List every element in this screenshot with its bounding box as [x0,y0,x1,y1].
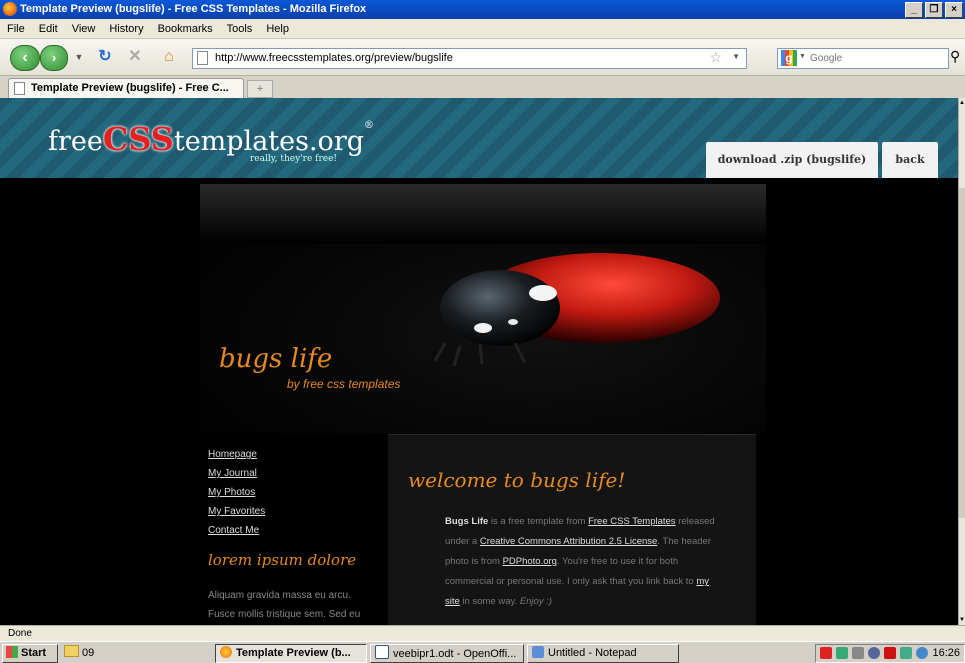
url-dropdown-icon[interactable]: ▼ [732,52,740,61]
taskbar-item-notepad[interactable]: Untitled - Notepad [527,644,679,663]
ladybug-image [433,253,720,367]
windows-logo-icon [6,646,18,658]
taskbar-item-label: Template Preview (b... [236,647,351,659]
url-bar[interactable]: ☆ ▼ [192,48,747,69]
folder-label: 09 [82,647,95,659]
welcome-heading: welcome to bugs life! [408,468,626,492]
stop-icon[interactable]: ✕ [126,48,144,66]
welcome-paragraph: Bugs Life is a free template from Free C… [445,512,725,612]
taskbar-item-firefox[interactable]: Template Preview (b... [215,644,367,663]
search-icon[interactable]: ⚲ [950,48,960,65]
enjoy-text: Enjoy :) [519,596,553,607]
site-title: bugs life [219,344,333,374]
update-icon[interactable] [900,647,912,659]
menu-bookmarks[interactable]: Bookmarks [151,23,220,35]
logo-registered-mark: ® [364,120,375,131]
taskbar-item-openoffice[interactable]: veebipr1.odt - OpenOffi... [370,644,524,663]
logo-templates-text: templates.org [173,126,365,157]
menu-history[interactable]: History [102,23,150,35]
download-zip-button[interactable]: download .zip (bugslife) [706,142,878,178]
text-span: in some way. [459,596,520,607]
logo-free-text: free [48,126,103,157]
scrollbar-thumb[interactable] [959,188,965,518]
start-label: Start [21,647,47,659]
firefox-icon [220,646,232,658]
clock[interactable]: 16:26 [932,647,960,659]
windows-taskbar: Start 09 Template Preview (b... veebipr1… [0,641,965,663]
menu-file[interactable]: File [0,23,32,35]
back-button[interactable]: ‹ [10,45,40,71]
status-text: Done [8,628,32,639]
menu-view[interactable]: View [65,23,103,35]
site-subtitle: by free css templates [287,377,401,391]
close-button[interactable]: × [945,2,963,18]
taskbar-item-label: Untitled - Notepad [548,647,637,659]
menu-bar: File Edit View History Bookmarks Tools H… [0,19,965,39]
google-icon[interactable]: g [781,50,797,66]
messenger-icon[interactable] [916,647,928,659]
site-nav: Homepage My Journal My Photos My Favorit… [208,445,265,540]
url-input[interactable] [215,50,735,66]
new-tab-button[interactable]: + [247,80,273,98]
search-engine-dropdown-icon[interactable]: ▼ [799,53,806,60]
header-photo-gradient [200,184,766,244]
nav-my-photos[interactable]: My Photos [208,483,265,502]
nav-homepage[interactable]: Homepage [208,445,265,464]
site-logo[interactable]: freeCSStemplates.org® [48,120,374,158]
navigation-toolbar: ‹ › ▼ ↻ ✕ ⌂ ☆ ▼ g ▼ ⚲ [0,39,965,76]
restore-button[interactable]: ❐ [925,2,943,18]
site-tagline: really, they're free! [250,154,338,164]
back-link[interactable]: back [882,142,938,178]
tab-template-preview[interactable]: Template Preview (bugslife) - Free C... [8,78,244,99]
sidebar-text: Aliquam gravida massa eu arcu. Fusce mol… [208,590,361,620]
page-icon [14,82,25,95]
link-creative-commons[interactable]: Creative Commons Attribution 2.5 License [480,536,657,547]
tab-label: Template Preview (bugslife) - Free C... [31,82,229,94]
firefox-icon [3,2,17,16]
antivirus-icon[interactable] [884,647,896,659]
text-span: is a free template from [488,516,589,527]
start-button[interactable]: Start [2,644,58,663]
folder-icon [64,645,79,657]
document-icon [375,645,389,659]
system-tray: 16:26 [815,644,965,663]
window-title: Template Preview (bugslife) - Free CSS T… [20,3,367,15]
search-input[interactable] [810,51,930,65]
forward-button[interactable]: › [40,45,68,71]
minimize-button[interactable]: _ [905,2,923,18]
window-title-bar: Template Preview (bugslife) - Free CSS T… [0,0,965,19]
notepad-icon [532,646,544,658]
nav-my-favorites[interactable]: My Favorites [208,502,265,521]
bugs-life-bold: Bugs Life [445,516,489,527]
reload-icon[interactable]: ↻ [96,48,114,66]
scroll-up-icon[interactable]: ▲ [959,100,965,106]
nav-contact-me[interactable]: Contact Me [208,521,265,540]
vertical-scrollbar[interactable]: ▲ ▼ [958,98,965,625]
menu-edit[interactable]: Edit [32,23,65,35]
status-bar: Done [0,625,965,642]
bookmark-star-icon[interactable]: ☆ [709,49,722,66]
link-pdphoto[interactable]: PDPhoto.org [503,556,557,567]
menu-tools[interactable]: Tools [220,23,260,35]
menu-help[interactable]: Help [259,23,296,35]
java-icon[interactable] [836,647,848,659]
site-header: freeCSStemplates.org® really, they're fr… [0,98,958,178]
ati-icon[interactable] [820,647,832,659]
scroll-down-icon[interactable]: ▼ [959,617,965,623]
volume-icon[interactable] [852,647,864,659]
page-viewport: freeCSStemplates.org® really, they're fr… [0,98,958,625]
page-icon [197,51,208,65]
search-bar[interactable]: g ▼ [777,48,949,69]
nav-my-journal[interactable]: My Journal [208,464,265,483]
logo-css-text: CSS [102,120,174,158]
sidebar-heading: lorem ipsum dolore [208,551,357,569]
link-free-css-templates[interactable]: Free CSS Templates [588,516,675,527]
network-icon[interactable] [868,647,880,659]
taskbar-item-label: veebipr1.odt - OpenOffi... [393,648,517,660]
home-icon[interactable]: ⌂ [160,48,178,66]
history-dropdown-icon[interactable]: ▼ [70,48,88,66]
quick-launch-folder[interactable]: 09 [64,645,94,659]
tab-bar: Template Preview (bugslife) - Free C... … [0,76,965,99]
